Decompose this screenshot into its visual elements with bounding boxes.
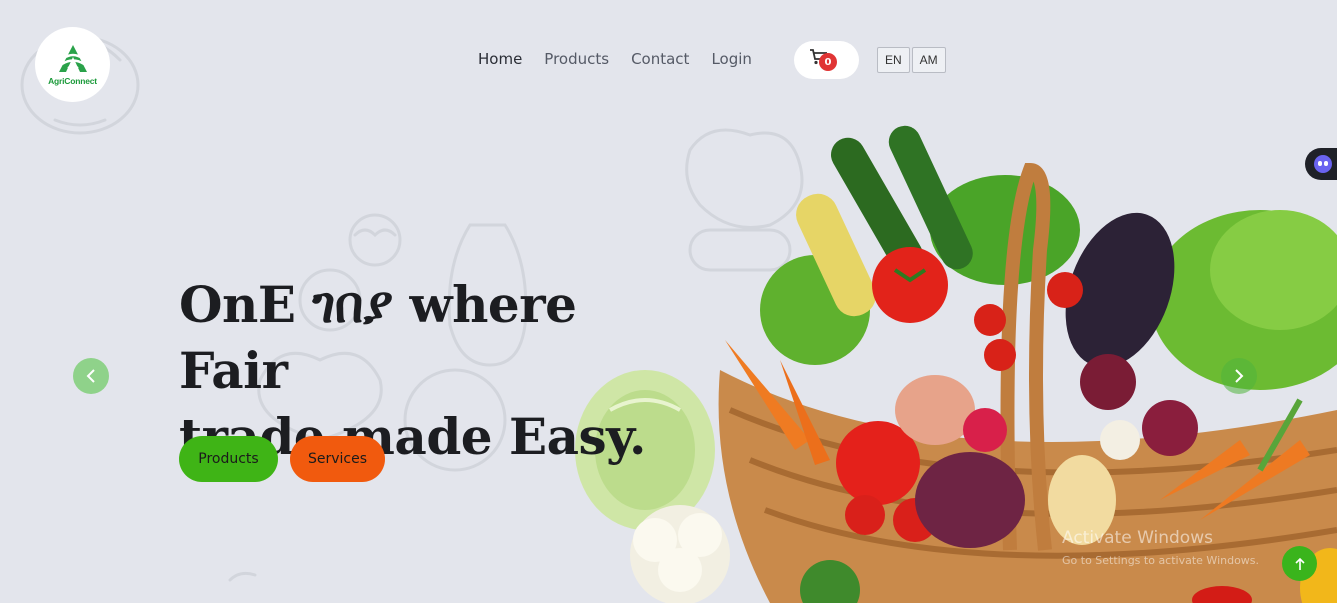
services-button[interactable]: Services: [290, 436, 385, 482]
activation-watermark: Activate Windows: [1062, 528, 1213, 548]
logo-text: AgriConnect: [48, 75, 97, 86]
chevron-left-icon: [86, 369, 95, 383]
arrow-up-icon: [1294, 557, 1305, 570]
activation-watermark-sub: Go to Settings to activate Windows.: [1062, 554, 1260, 567]
products-button[interactable]: Products: [179, 436, 278, 482]
carousel-prev-button[interactable]: [73, 358, 109, 394]
main-nav: Home Products Contact Login: [478, 50, 774, 68]
cart-count-badge: 0: [819, 53, 837, 71]
lang-am-button[interactable]: AM: [911, 47, 946, 73]
chevron-right-icon: [1235, 369, 1244, 383]
hero-buttons: Products Services: [179, 436, 385, 482]
language-switcher: EN AM: [877, 47, 946, 73]
hero-title-line1: OnE ገበያ where Fair: [179, 275, 577, 400]
scroll-top-button[interactable]: [1282, 546, 1317, 581]
page: AgriConnect Home Products Contact Login …: [0, 0, 1337, 603]
nav-products[interactable]: Products: [544, 50, 609, 68]
nav-home[interactable]: Home: [478, 50, 522, 68]
carousel-next-button[interactable]: [1221, 358, 1257, 394]
nav-login[interactable]: Login: [711, 50, 751, 68]
nav-contact[interactable]: Contact: [631, 50, 689, 68]
cart-button[interactable]: 0: [794, 41, 859, 79]
lang-en-button[interactable]: EN: [877, 47, 910, 73]
brand-logo[interactable]: AgriConnect: [35, 27, 110, 102]
logo-mark-icon: [58, 44, 87, 72]
